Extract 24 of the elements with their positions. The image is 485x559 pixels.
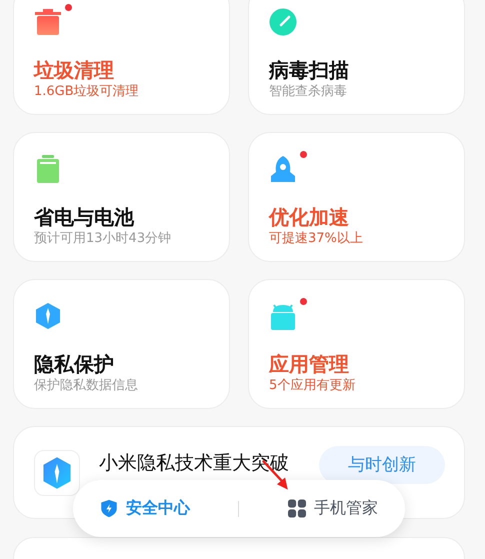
card-subtitle: 1.6GB垃圾可清理 [34, 83, 140, 101]
card-subtitle: 可提速37%以上 [269, 230, 364, 248]
card-title: 垃圾清理 [34, 57, 115, 83]
hexagon-icon [34, 302, 62, 330]
card-subtitle: 5个应用有更新 [269, 377, 356, 395]
card-title: 应用管理 [269, 351, 350, 377]
battery-icon [34, 155, 62, 183]
rocket-icon [269, 155, 297, 183]
card-subtitle: 保护隐私数据信息 [34, 377, 139, 395]
feature-card[interactable]: 隐私保护 保护隐私数据信息 [13, 279, 230, 409]
feature-card[interactable]: 省电与电池 预计可用13小时43分钟 [13, 132, 230, 262]
card-title: 隐私保护 [34, 351, 115, 377]
scan-icon [269, 8, 297, 36]
card-subtitle: 智能查杀病毒 [269, 83, 348, 101]
hexagon-logo-icon [42, 456, 72, 490]
card-title: 病毒扫描 [269, 57, 350, 83]
trash-icon [34, 8, 62, 36]
grid-icon [288, 499, 306, 518]
android-icon [269, 302, 297, 330]
card-title: 优化加速 [269, 204, 350, 230]
shield-icon [100, 499, 118, 518]
card-title: 省电与电池 [34, 204, 136, 230]
card-subtitle: 预计可用13小时43分钟 [34, 230, 172, 248]
feature-card[interactable]: 病毒扫描 智能查杀病毒 [248, 0, 465, 115]
